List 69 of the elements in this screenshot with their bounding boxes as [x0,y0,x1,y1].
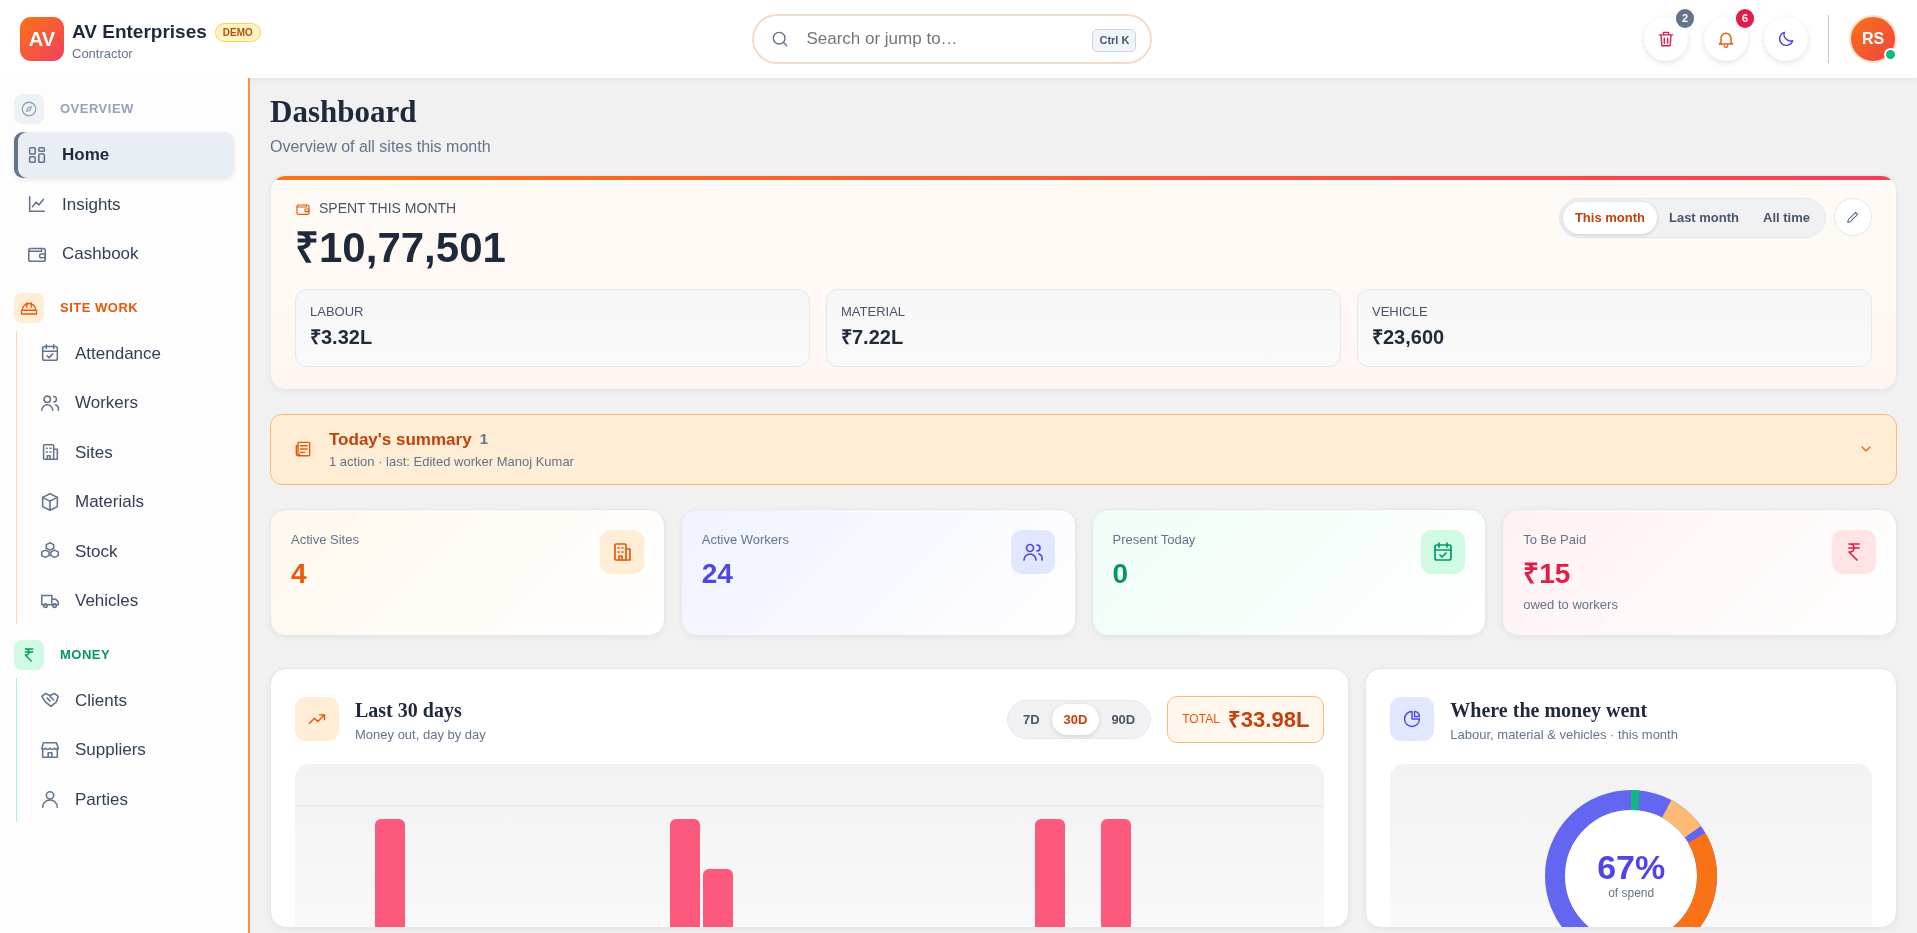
spend-label: SPENT THIS MONTH [319,199,457,218]
brand-subtitle: Contractor [72,46,134,60]
sidebar-item[interactable]: Vehicles [27,578,234,624]
page-title: Dashboard [270,96,418,127]
compass-icon [20,100,38,118]
sidebar-item[interactable]: Cashbook [14,231,234,277]
section-label: OVERVIEW [60,100,134,119]
total-label: TOTAL [1182,711,1220,729]
sidebar-item[interactable]: Parties [27,776,234,822]
tile-value: ₹23,600 [1371,324,1446,350]
sidebar-item[interactable]: Workers [27,380,234,426]
donut-caption: of spend [1607,885,1656,902]
stat-label: Active Workers [701,530,789,549]
range-tab[interactable]: 7D [1010,703,1052,735]
stat-label: Present Today [1112,530,1196,549]
stat-note: owed to workers [1523,595,1618,614]
sidebar-item[interactable]: Insights [14,181,234,227]
sidebar-item[interactable]: Sites [27,429,234,475]
spend-amount: ₹10,77,501 [295,227,506,269]
tile-value: ₹3.32L [310,324,374,350]
card-subtitle: Labour, material & vehicles · this month [1450,725,1678,744]
sidebar-item[interactable]: Materials [27,479,234,525]
sidebar-item[interactable]: Stock [27,528,234,574]
period-tab[interactable]: Last month [1656,202,1752,234]
stat-value: ₹15 [1523,557,1572,591]
trash-icon [1656,29,1676,49]
logo: AV [20,17,64,61]
card-title: Where the money went [1450,697,1649,724]
donut-value: 67% [1597,850,1666,884]
trash-count-badge: 2 [1675,9,1694,28]
period-tab[interactable]: All time [1751,202,1822,234]
section-label: SITE WORK [60,298,139,317]
bell-count-badge: 6 [1735,9,1754,28]
tile-label: MATERIAL [841,303,907,321]
newspaper-icon [293,439,313,459]
summary-count: 1 [479,429,488,449]
card-subtitle: Money out, day by day [355,725,487,744]
demo-badge: DEMO [214,23,261,42]
sidebar-item[interactable]: Clients [27,677,234,723]
tile-label: VEHICLE [1371,303,1429,321]
card-title: Last 30 days [355,697,463,724]
brand-name: AV Enterprises [72,20,207,45]
range-tab[interactable]: 90D [1099,703,1148,735]
sidebar-item[interactable]: Suppliers [27,727,234,773]
stat-label: Active Sites [291,530,359,549]
stat-value: 0 [1112,557,1130,591]
box-icon [39,490,61,513]
tile-value: ₹7.22L [841,324,905,350]
summary-detail: 1 action · last: Edited worker Manoj Kumar [329,453,575,471]
bar [703,869,733,927]
moon-button[interactable] [1764,17,1808,61]
sidebar-item[interactable]: Home [14,132,234,178]
stat-label: To Be Paid [1523,530,1588,549]
pencil-icon [1845,209,1861,225]
summary-title: Today's summary [329,428,472,451]
sidebar-item[interactable]: Attendance [27,330,234,376]
stat-value: 4 [291,557,308,591]
section-label: MONEY [60,645,111,664]
period-tab[interactable]: This month [1562,202,1657,234]
person-icon [39,788,61,811]
total-value: ₹33.98L [1227,705,1310,734]
pie-chart-icon [1402,709,1423,730]
moon-icon [1776,29,1796,49]
tile-label: LABOUR [310,303,365,321]
page-subtitle: Overview of all sites this month [270,137,492,157]
range-tab[interactable]: 30D [1051,703,1100,735]
stat-value: 24 [701,557,734,591]
summary-banner[interactable]: Today's summary 1 1 action · last: Edited worker Manoj Kumar [270,413,1897,485]
shortcut-key: Ctrl K [1092,29,1137,52]
